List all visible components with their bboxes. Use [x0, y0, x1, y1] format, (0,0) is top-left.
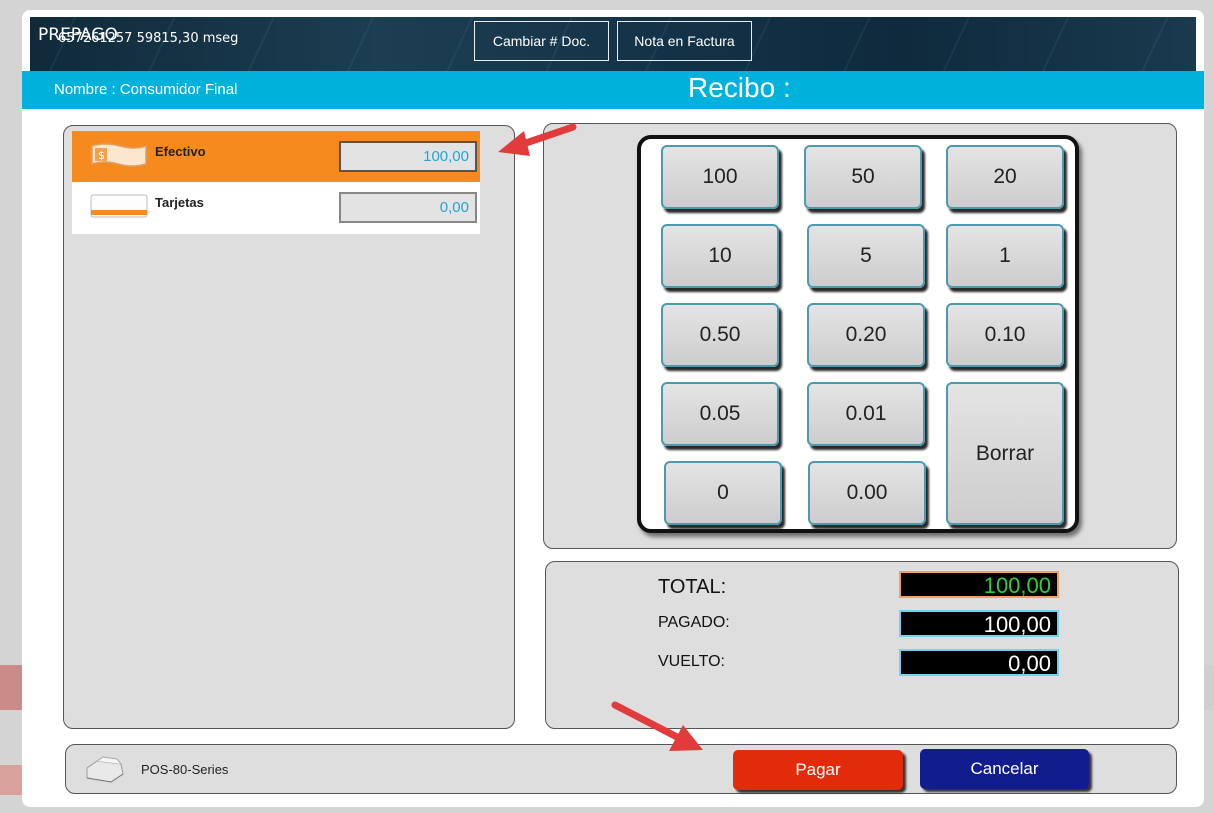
payment-method-label: Efectivo — [155, 144, 206, 159]
card-amount-field[interactable]: 0,00 — [339, 192, 477, 223]
cash-amount-field[interactable]: 100,00 — [339, 141, 477, 172]
backdrop-fragment — [0, 665, 22, 710]
key-100[interactable]: 100 — [661, 145, 779, 209]
dialog-header: PREPAGO 657261257 59815,30 mseg Cambiar … — [30, 17, 1196, 77]
key-0-10[interactable]: 0.10 — [946, 303, 1064, 367]
client-name: Nombre : Consumidor Final — [54, 81, 238, 98]
change-label: VUELTO: — [658, 653, 725, 670]
payment-methods-panel: $ Efectivo 100,00 Tarjetas 0,00 — [63, 125, 515, 729]
total-label: TOTAL: — [658, 576, 727, 598]
printer-name: POS-80-Series — [141, 762, 229, 777]
dialog-footer: POS-80-Series Pagar Cancelar — [65, 744, 1177, 794]
cash-icon: $ — [91, 143, 147, 167]
card-icon — [90, 194, 148, 218]
key-0-05[interactable]: 0.05 — [661, 382, 779, 446]
paid-value: 100,00 — [899, 610, 1059, 637]
key-0-20[interactable]: 0.20 — [807, 303, 925, 367]
header-background-pattern — [30, 17, 1196, 77]
payment-method-label: Tarjetas — [155, 195, 204, 210]
page-title: Recibo : — [688, 72, 791, 103]
key-1[interactable]: 1 — [946, 224, 1064, 288]
paid-label: PAGADO: — [658, 614, 730, 631]
backdrop-fragment — [0, 765, 22, 795]
keypad-panel: 100 50 20 10 5 1 0.50 0.20 0.10 0.05 0.0… — [543, 123, 1177, 549]
pay-button[interactable]: Pagar — [733, 750, 903, 790]
svg-text:$: $ — [98, 149, 105, 162]
cancel-button[interactable]: Cancelar — [920, 749, 1089, 789]
payment-method-list: $ Efectivo 100,00 Tarjetas 0,00 — [72, 131, 480, 234]
key-0[interactable]: 0 — [664, 461, 782, 525]
payment-method-card[interactable]: Tarjetas 0,00 — [72, 182, 480, 233]
key-5[interactable]: 5 — [807, 224, 925, 288]
key-50[interactable]: 50 — [804, 145, 922, 209]
key-0-50[interactable]: 0.50 — [661, 303, 779, 367]
timer-label: 657261257 59815,30 mseg — [58, 31, 239, 46]
totals-panel: TOTAL: 100,00 PAGADO: 100,00 VUELTO: 0,0… — [545, 561, 1179, 729]
payment-dialog: PREPAGO 657261257 59815,30 mseg Cambiar … — [22, 10, 1204, 807]
printer-icon[interactable] — [83, 756, 127, 784]
key-10[interactable]: 10 — [661, 224, 779, 288]
payment-method-cash[interactable]: $ Efectivo 100,00 — [72, 131, 480, 182]
invoice-note-button[interactable]: Nota en Factura — [617, 21, 752, 61]
key-20[interactable]: 20 — [946, 145, 1064, 209]
change-doc-button[interactable]: Cambiar # Doc. — [474, 21, 609, 61]
clear-button[interactable]: Borrar — [946, 382, 1064, 525]
change-value: 0,00 — [899, 649, 1059, 676]
key-0-01[interactable]: 0.01 — [807, 382, 925, 446]
total-value: 100,00 — [899, 571, 1059, 598]
receipt-bar: Nombre : Consumidor Final Recibo : — [22, 71, 1204, 109]
key-0-00[interactable]: 0.00 — [808, 461, 926, 525]
denomination-keypad: 100 50 20 10 5 1 0.50 0.20 0.10 0.05 0.0… — [637, 135, 1079, 533]
